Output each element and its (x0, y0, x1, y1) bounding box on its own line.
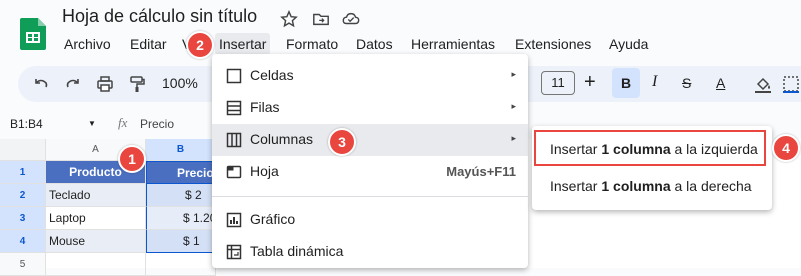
move-to-folder-icon[interactable] (312, 10, 330, 28)
insert-menu-label: Tabla dinámica (250, 243, 344, 259)
redo-icon[interactable] (64, 75, 82, 93)
cell-b1[interactable]: Precio (146, 161, 216, 184)
font-size-input[interactable]: 11 (541, 71, 575, 95)
menu-herramientas[interactable]: Herramientas (409, 36, 497, 52)
cell-a2[interactable]: Teclado (46, 184, 146, 207)
fill-color-icon[interactable] (754, 75, 772, 93)
callout-badge-2: 2 (186, 31, 214, 59)
name-box[interactable]: B1:B4 ▼ (10, 117, 96, 131)
cells-icon (226, 68, 242, 84)
increase-font-size-button[interactable]: + (584, 71, 596, 93)
cell-b5[interactable] (146, 253, 216, 276)
insert-column-left-post: a la izquierda (670, 141, 758, 157)
italic-button[interactable]: I (652, 73, 657, 91)
print-icon[interactable] (96, 75, 114, 93)
callout-badge-4: 4 (772, 134, 800, 162)
chart-icon (226, 212, 242, 228)
document-title[interactable]: Hoja de cálculo sin título (62, 6, 257, 27)
menu-extensiones[interactable]: Extensiones (513, 36, 593, 52)
menu-insertar[interactable]: Insertar (215, 33, 271, 55)
menu-archivo[interactable]: Archivo (62, 36, 113, 52)
insert-menu-dropdown: Celdas ▸ Filas ▸ Columnas ▸ Hoja Mayús+F… (212, 54, 528, 268)
insert-column-left-bold: 1 columna (601, 141, 671, 157)
cell-a3[interactable]: Laptop (46, 207, 146, 230)
fx-icon: fx (118, 115, 128, 130)
insert-column-right-pre: Insertar (550, 178, 602, 194)
row-header-1[interactable]: 1 (0, 161, 46, 184)
menu-ayuda[interactable]: Ayuda (607, 36, 650, 52)
menu-editar[interactable]: Editar (128, 36, 169, 52)
text-color-button[interactable]: A (716, 75, 725, 91)
sheet-icon (226, 165, 242, 179)
row-header-4[interactable]: 4 (0, 230, 46, 253)
cell-b4[interactable]: $ 1 (146, 230, 216, 253)
insert-menu-label: Celdas (250, 67, 294, 83)
pivot-table-icon (226, 244, 242, 260)
insert-menu-label: Hoja (250, 163, 279, 179)
insert-menu-item-chart[interactable]: Gráfico (212, 204, 528, 236)
insert-menu-label: Gráfico (250, 211, 296, 227)
submenu-arrow-icon: ▸ (511, 69, 516, 79)
insert-menu-label: Columnas (250, 131, 314, 147)
strikethrough-button[interactable]: S (682, 75, 691, 91)
insert-column-left-pre: Insertar (550, 141, 602, 157)
menu-datos[interactable]: Datos (354, 36, 395, 52)
cloud-saved-icon[interactable] (342, 10, 360, 28)
columns-icon (226, 132, 242, 148)
zoom-select[interactable]: 100% (162, 75, 198, 91)
row-header-3[interactable]: 3 (0, 207, 46, 230)
column-header-b[interactable]: B (146, 139, 216, 161)
insert-column-left-item[interactable]: Insertar 1 columna a la izquierda (534, 130, 766, 166)
insert-column-right-bold: 1 columna (601, 178, 671, 194)
select-all-corner[interactable] (0, 139, 46, 161)
rows-icon (226, 100, 242, 116)
insert-column-right-item[interactable]: Insertar 1 columna a la derecha (532, 170, 772, 202)
submenu-arrow-icon: ▸ (511, 101, 516, 111)
cell-a5[interactable] (46, 253, 146, 276)
row-header-2[interactable]: 2 (0, 184, 46, 207)
undo-icon[interactable] (32, 75, 50, 93)
insert-menu-item-sheet[interactable]: Hoja Mayús+F11 (212, 156, 528, 188)
cell-a4[interactable]: Mouse (46, 230, 146, 253)
paint-format-icon[interactable] (128, 75, 146, 93)
callout-badge-3: 3 (328, 128, 356, 156)
callout-badge-1: 1 (118, 145, 146, 173)
insert-menu-label: Filas (250, 99, 280, 115)
name-box-dropdown-icon[interactable]: ▼ (88, 119, 96, 128)
columns-submenu: Insertar 1 columna a la izquierda Insert… (532, 126, 772, 210)
row-header-5[interactable]: 5 (0, 253, 46, 276)
insert-menu-item-pivot-table[interactable]: Tabla dinámica (212, 236, 528, 268)
name-box-value: B1:B4 (10, 117, 43, 131)
sheets-logo-icon[interactable] (20, 18, 46, 50)
menu-formato[interactable]: Formato (284, 36, 340, 52)
insert-menu-item-rows[interactable]: Filas ▸ (212, 92, 528, 124)
formula-input[interactable]: Precio (140, 117, 174, 131)
submenu-arrow-icon: ▸ (511, 133, 516, 143)
insert-menu-item-columns[interactable]: Columnas ▸ (212, 124, 528, 156)
cell-b2[interactable]: $ 2 (146, 184, 216, 207)
star-icon[interactable] (280, 10, 298, 28)
insert-menu-item-cells[interactable]: Celdas ▸ (212, 60, 528, 92)
bold-button[interactable]: B (612, 68, 640, 98)
keyboard-shortcut: Mayús+F11 (446, 164, 516, 179)
borders-icon[interactable] (782, 75, 800, 93)
cell-b3[interactable]: $ 1.20 (146, 207, 216, 230)
menu-divider (212, 196, 528, 197)
insert-column-right-post: a la derecha (670, 178, 752, 194)
